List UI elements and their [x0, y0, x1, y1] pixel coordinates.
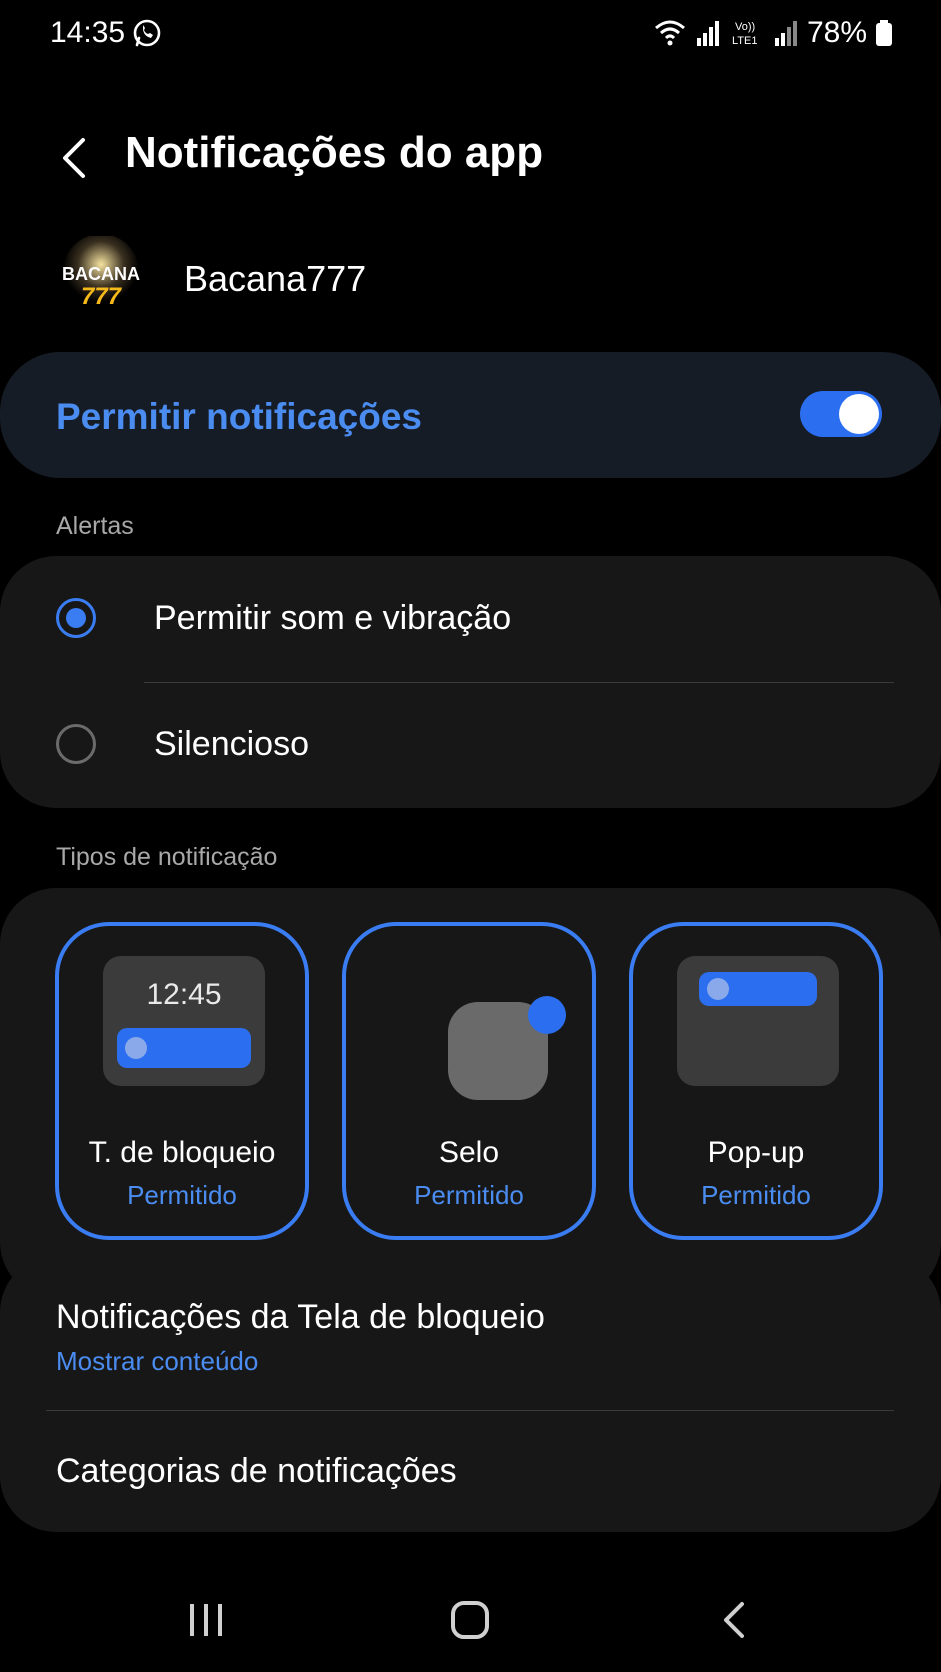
allow-notifications-row[interactable]: Permitir notificações — [0, 352, 941, 478]
preview-time: 12:45 — [146, 978, 222, 1011]
allow-notifications-label: Permitir notificações — [56, 396, 423, 437]
notification-types-section-label: Tipos de notificação — [56, 843, 278, 871]
whatsapp-icon — [133, 19, 161, 47]
badge-dot — [528, 996, 566, 1034]
type-status: Permitido — [127, 1180, 237, 1210]
type-name: Pop-up — [707, 1136, 805, 1169]
logo-text: BACANA — [62, 264, 140, 284]
wifi-icon — [654, 20, 685, 46]
divider — [46, 1410, 894, 1411]
preview-notification-bar — [117, 1028, 251, 1068]
back-icon — [724, 1602, 744, 1638]
radio-selected-icon[interactable] — [56, 598, 96, 638]
recents-icon — [190, 1604, 222, 1636]
status-icons: Vo)) LTE1 78% — [653, 16, 893, 50]
lock-screen-notifications-title: Notificações da Tela de bloqueio — [56, 1298, 545, 1336]
preview-dot — [707, 978, 729, 1000]
recents-button[interactable] — [166, 1590, 246, 1650]
app-name: Bacana777 — [184, 258, 367, 299]
nav-back-button[interactable] — [694, 1590, 774, 1650]
volte-line1: Vo)) — [735, 21, 755, 33]
app-logo: BACANA 777 — [62, 236, 140, 310]
preview-dot — [125, 1037, 147, 1059]
preview-notification-bar — [699, 972, 817, 1006]
type-name: Selo — [438, 1136, 500, 1169]
badge-preview — [390, 956, 566, 1100]
toggle-knob — [839, 394, 879, 434]
alert-option-silent[interactable]: Silencioso — [0, 682, 941, 808]
status-time: 14:35 — [50, 16, 126, 49]
alerts-section-label: Alertas — [56, 512, 134, 540]
lock-screen-notifications-value: Mostrar conteúdo — [56, 1346, 259, 1376]
battery-icon — [876, 20, 892, 46]
radio-unselected-icon[interactable] — [56, 724, 96, 764]
signal-icon — [774, 21, 797, 46]
back-button[interactable] — [50, 130, 98, 186]
navigation-bar — [0, 1580, 941, 1672]
volte-line2: LTE1 — [732, 35, 757, 47]
type-lock-screen[interactable]: 12:45 T. de bloqueio Permitido — [55, 922, 309, 1240]
logo-number: 777 — [81, 283, 123, 310]
alert-option-label: Permitir som e vibração — [154, 599, 512, 637]
home-button[interactable] — [430, 1590, 510, 1650]
allow-notifications-toggle[interactable] — [800, 391, 882, 437]
notification-categories-title: Categorias de notificações — [56, 1452, 457, 1490]
notification-categories-row[interactable]: Categorias de notificações — [0, 1412, 941, 1532]
volte-icon: Vo)) LTE1 — [732, 21, 757, 47]
home-icon — [451, 1601, 489, 1639]
type-badge[interactable]: Selo Permitido — [342, 922, 596, 1240]
alerts-card: Permitir som e vibração Silencioso — [0, 556, 941, 808]
lock-screen-notifications-row[interactable]: Notificações da Tela de bloqueio Mostrar… — [0, 1256, 941, 1408]
chevron-left-icon — [63, 138, 85, 178]
status-bar: 14:35 Vo)) LTE1 78% — [0, 0, 941, 70]
type-status: Permitido — [701, 1180, 811, 1210]
type-popup[interactable]: Pop-up Permitido — [629, 922, 883, 1240]
type-name: T. de bloqueio — [88, 1136, 276, 1169]
type-status: Permitido — [414, 1180, 524, 1210]
notification-types-card: 12:45 T. de bloqueio Permitido Selo Perm… — [0, 888, 941, 1298]
alert-option-sound[interactable]: Permitir som e vibração — [0, 556, 941, 682]
alert-option-label: Silencioso — [154, 725, 309, 763]
lock-screen-preview: 12:45 — [103, 956, 265, 1086]
settings-list-card: Notificações da Tela de bloqueio Mostrar… — [0, 1256, 941, 1532]
page-title: Notificações do app — [125, 128, 544, 177]
signal-icon — [696, 21, 719, 46]
popup-preview — [677, 956, 839, 1086]
battery-percent: 78% — [806, 16, 867, 49]
